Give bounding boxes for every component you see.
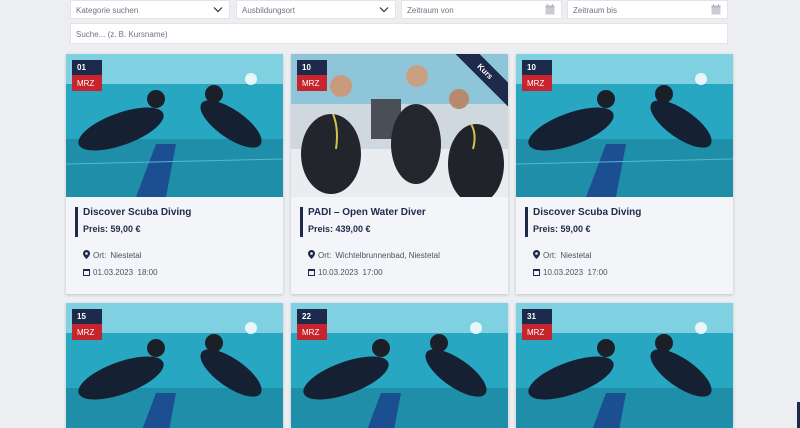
time-value: 18:00 — [137, 268, 158, 277]
calendar-small-icon — [308, 269, 315, 276]
map-pin-icon — [308, 250, 315, 259]
calendar-small-icon — [83, 269, 90, 276]
course-card[interactable]: 10 MRZ Kurs PADI – Open Water Diver Prei… — [291, 54, 508, 294]
event-day: 15 — [72, 309, 102, 324]
location-select[interactable]: Ausbildungsort — [236, 0, 396, 19]
event-day: 22 — [297, 309, 327, 324]
event-day: 10 — [297, 60, 327, 75]
date-from-label: Zeitraum von — [407, 6, 454, 15]
location-label: Ort: — [543, 251, 557, 260]
date-from-field[interactable]: Zeitraum von — [401, 0, 562, 19]
course-datetime: 01.03.2023 18:00 — [83, 268, 158, 277]
course-location: Ort: Niestetal — [533, 250, 591, 260]
event-date-badge: 10 MRZ — [522, 60, 552, 91]
map-pin-icon — [83, 250, 90, 259]
event-month: MRZ — [72, 324, 102, 340]
course-title[interactable]: Discover Scuba Diving — [83, 207, 191, 218]
date-value: 01.03.2023 — [93, 268, 134, 277]
course-card[interactable]: 22 MRZ — [291, 303, 508, 428]
category-select-label: Kategorie suchen — [76, 6, 139, 15]
search-input[interactable]: Suche... (z. B. Kursname) — [70, 23, 728, 44]
course-location: Ort: Wichtelbrunnenbad, Niestetal — [308, 250, 440, 260]
chevron-down-icon — [213, 7, 223, 13]
time-value: 17:00 — [362, 268, 383, 277]
location-label: Ort: — [318, 251, 332, 260]
course-card[interactable]: 01 MRZ Discover Scuba Diving Preis: 59,0… — [66, 54, 283, 294]
course-card[interactable]: 31 MRZ — [516, 303, 733, 428]
course-datetime: 10.03.2023 17:00 — [308, 268, 383, 277]
course-type-ribbon: Kurs — [453, 54, 508, 109]
location-value: Niestetal — [110, 251, 142, 260]
event-day: 01 — [72, 60, 102, 75]
ribbon-label: Kurs — [453, 54, 508, 109]
event-date-badge: 01 MRZ — [72, 60, 102, 91]
event-day: 10 — [522, 60, 552, 75]
course-card[interactable]: 15 MRZ — [66, 303, 283, 428]
course-title-block: Discover Scuba Diving Preis: 59,00 € — [75, 207, 191, 237]
course-title-block: PADI – Open Water Diver Preis: 439,00 € — [300, 207, 426, 237]
course-datetime: 10.03.2023 17:00 — [533, 268, 608, 277]
event-day: 31 — [522, 309, 552, 324]
map-pin-icon — [533, 250, 540, 259]
course-title[interactable]: PADI – Open Water Diver — [308, 207, 426, 218]
calendar-icon — [545, 4, 555, 15]
event-date-badge: 10 MRZ — [297, 60, 327, 91]
location-select-label: Ausbildungsort — [242, 6, 295, 15]
category-select[interactable]: Kategorie suchen — [70, 0, 230, 19]
location-value: Wichtelbrunnenbad, Niestetal — [335, 251, 440, 260]
event-month: MRZ — [297, 324, 327, 340]
course-location: Ort: Niestetal — [83, 250, 141, 260]
date-value: 10.03.2023 — [543, 268, 584, 277]
calendar-small-icon — [533, 269, 540, 276]
course-price: Preis: 439,00 € — [308, 224, 371, 234]
event-date-badge: 15 MRZ — [72, 309, 102, 340]
chevron-down-icon — [379, 7, 389, 13]
event-date-badge: 31 MRZ — [522, 309, 552, 340]
course-price: Preis: 59,00 € — [83, 224, 141, 234]
filter-bar: Kategorie suchen Ausbildungsort Zeitraum… — [70, 0, 728, 46]
location-label: Ort: — [93, 251, 107, 260]
course-price: Preis: 59,00 € — [533, 224, 591, 234]
calendar-icon — [711, 4, 721, 15]
course-title[interactable]: Discover Scuba Diving — [533, 207, 641, 218]
location-value: Niestetal — [560, 251, 592, 260]
date-value: 10.03.2023 — [318, 268, 359, 277]
event-date-badge: 22 MRZ — [297, 309, 327, 340]
search-placeholder: Suche... (z. B. Kursname) — [76, 30, 168, 39]
time-value: 17:00 — [587, 268, 608, 277]
course-title-block: Discover Scuba Diving Preis: 59,00 € — [525, 207, 641, 237]
event-month: MRZ — [297, 75, 327, 91]
event-month: MRZ — [522, 75, 552, 91]
event-month: MRZ — [72, 75, 102, 91]
date-to-field[interactable]: Zeitraum bis — [567, 0, 728, 19]
date-to-label: Zeitraum bis — [573, 6, 618, 15]
event-month: MRZ — [522, 324, 552, 340]
course-card[interactable]: 10 MRZ Discover Scuba Diving Preis: 59,0… — [516, 54, 733, 294]
